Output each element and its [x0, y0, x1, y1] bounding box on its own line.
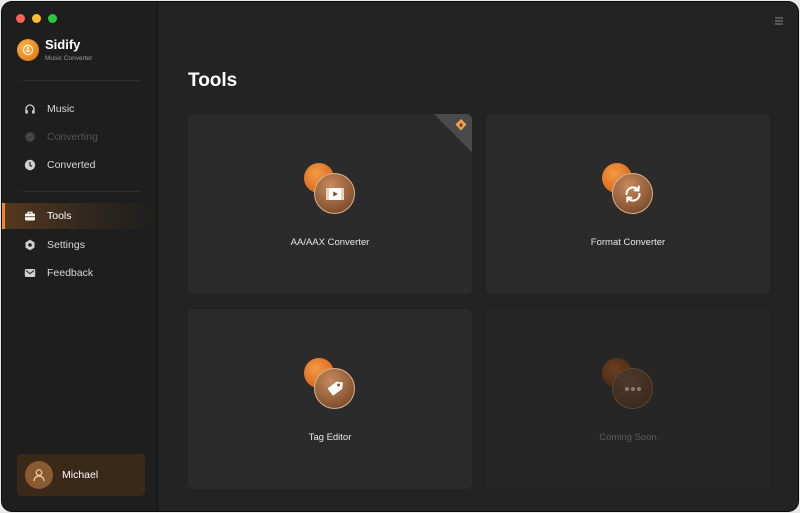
sidebar-item-label: Settings	[47, 239, 85, 251]
divider	[22, 191, 140, 192]
user-name: Michael	[62, 469, 99, 481]
sidebar-item-tools[interactable]: Tools	[2, 203, 157, 229]
tool-icon	[601, 162, 657, 218]
card-label: Format Converter	[590, 237, 666, 248]
tool-icon	[601, 357, 657, 413]
sidebar-item-label: Feedback	[47, 267, 94, 279]
tag-icon	[314, 368, 355, 409]
tool-card-coming-soon: Coming Soon	[486, 309, 770, 489]
more-icon	[612, 368, 653, 409]
tool-card-format-converter[interactable]: Format Converter	[486, 114, 770, 294]
play-video-icon	[314, 173, 355, 214]
sidebar-item-converting[interactable]: Converting	[2, 124, 157, 150]
sidebar-item-label: Converted	[47, 159, 96, 171]
sidebar-item-feedback[interactable]: Feedback	[2, 260, 157, 286]
toolbox-icon	[24, 210, 36, 222]
converting-icon	[24, 131, 36, 143]
sidebar-item-music[interactable]: Music	[2, 96, 157, 122]
premium-icon	[455, 119, 467, 131]
sidebar-item-label: Music	[47, 103, 75, 115]
sidebar-item-label: Converting	[47, 131, 98, 143]
mail-icon	[24, 267, 36, 279]
sidebar-item-settings[interactable]: Settings	[2, 232, 157, 258]
sync-icon	[612, 173, 653, 214]
avatar	[25, 461, 53, 489]
app-subtitle: Music Converter	[45, 55, 93, 62]
tool-card-aa-aax-converter[interactable]: AA/AAX Converter	[188, 114, 472, 294]
menu-icon[interactable]	[774, 13, 784, 25]
gear-icon	[24, 239, 36, 251]
page-title: Tools	[188, 70, 238, 91]
app-window: Sidify Music Converter Music Converting …	[2, 2, 798, 511]
close-window-button[interactable]	[16, 14, 25, 23]
sidebar: Sidify Music Converter Music Converting …	[2, 2, 158, 511]
sidebar-item-label: Tools	[47, 210, 72, 222]
window-controls	[16, 14, 57, 23]
user-icon	[33, 469, 45, 482]
app-name: Sidify	[45, 37, 81, 52]
clock-icon	[24, 159, 36, 171]
brand: Sidify Music Converter	[17, 37, 92, 64]
tool-icon	[303, 162, 359, 218]
tool-icon	[303, 357, 359, 413]
tool-card-tag-editor[interactable]: Tag Editor	[188, 309, 472, 489]
divider	[22, 80, 140, 81]
card-label: Coming Soon	[599, 432, 657, 443]
minimize-window-button[interactable]	[32, 14, 41, 23]
corner-badge	[434, 114, 472, 152]
card-label: AA/AAX Converter	[290, 237, 370, 248]
maximize-window-button[interactable]	[48, 14, 57, 23]
headphones-icon	[24, 103, 36, 115]
user-account-card[interactable]: Michael	[17, 454, 145, 496]
card-label: Tag Editor	[308, 432, 352, 443]
sidebar-item-converted[interactable]: Converted	[2, 152, 157, 178]
sidify-logo-icon	[17, 39, 39, 61]
